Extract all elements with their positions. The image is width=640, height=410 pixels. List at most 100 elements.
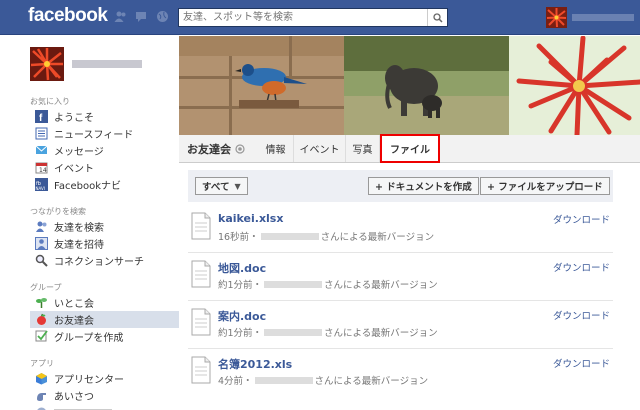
redacted-author[interactable] bbox=[264, 328, 323, 336]
app-icon bbox=[35, 406, 48, 410]
sidebar-item-label: 友達を検索 bbox=[54, 223, 104, 234]
file-name-link[interactable]: 地図.doc bbox=[218, 260, 266, 276]
group-cover-photo[interactable] bbox=[179, 36, 640, 135]
svg-text:14: 14 bbox=[39, 167, 47, 174]
group-title[interactable]: お友達会 bbox=[187, 135, 245, 162]
svg-text:NAVI: NAVI bbox=[36, 186, 45, 191]
sidebar-item-otomodachikai[interactable]: お友達会 bbox=[30, 311, 179, 328]
groups-heading: グループ bbox=[30, 283, 62, 292]
sidebar-item-welcome[interactable]: f ようこそ bbox=[30, 108, 179, 125]
facebook-logo[interactable]: facebook bbox=[28, 5, 108, 27]
sidebar-item-find-friends[interactable]: 友達を検索 bbox=[30, 218, 179, 235]
sidebar-item-label: あいさつ bbox=[54, 392, 94, 403]
cover-photo-flower bbox=[509, 36, 640, 135]
navi-icon: fb NAVI bbox=[35, 178, 48, 191]
tab-label: ファイル bbox=[390, 145, 430, 156]
file-meta: 約1分前・ さんによる最新バージョン bbox=[218, 277, 438, 291]
file-row: 地図.doc 約1分前・ さんによる最新バージョン ダウンロード bbox=[188, 253, 613, 301]
favorites-heading: お気に入り bbox=[30, 97, 70, 106]
file-time: 約1分前・ bbox=[218, 328, 263, 339]
download-link[interactable]: ダウンロード bbox=[553, 260, 610, 274]
file-meta: 16秒前・ さんによる最新バージョン bbox=[218, 229, 434, 243]
privacy-icon bbox=[235, 143, 245, 154]
create-document-button[interactable]: + ドキュメントを作成 bbox=[368, 177, 479, 195]
magnifier-icon bbox=[35, 254, 48, 267]
sidebar-item-newsfeed[interactable]: ニュースフィード bbox=[30, 125, 179, 142]
tab-files[interactable]: ファイル bbox=[380, 134, 440, 163]
user-avatar[interactable] bbox=[546, 7, 567, 28]
file-version-text: さんによる最新バージョン bbox=[324, 328, 438, 339]
profile-avatar[interactable] bbox=[30, 47, 64, 81]
news-feed-icon bbox=[35, 127, 48, 140]
sidebar-item-connection-search[interactable]: コネクションサーチ bbox=[30, 252, 179, 269]
facebook-f-icon: f bbox=[35, 110, 48, 123]
sidebar-item-label: イベント bbox=[54, 164, 94, 175]
download-link[interactable]: ダウンロード bbox=[553, 308, 610, 322]
sidebar-item-itokokai[interactable]: いとこ会 bbox=[30, 294, 179, 311]
messages-icon bbox=[35, 144, 48, 157]
file-version-text: さんによる最新バージョン bbox=[320, 232, 435, 243]
tab-info[interactable]: 情報 bbox=[258, 135, 294, 162]
connect-heading: つながりを検索 bbox=[30, 207, 86, 216]
redacted-author[interactable] bbox=[260, 232, 319, 240]
file-time: 16秒前・ bbox=[218, 232, 259, 243]
tab-label: 情報 bbox=[265, 145, 286, 156]
cover-photo-elephants bbox=[344, 36, 509, 135]
sprout-icon bbox=[35, 296, 48, 309]
tab-label: 写真 bbox=[352, 145, 373, 156]
sidebar-item-label: Facebookナビ bbox=[54, 181, 121, 192]
sidebar-item-app-redacted[interactable] bbox=[30, 404, 179, 410]
document-icon bbox=[191, 260, 211, 288]
notifications-globe-icon[interactable] bbox=[156, 10, 169, 23]
upload-file-label: + ファイルをアップロード bbox=[487, 182, 603, 193]
redacted-author[interactable] bbox=[254, 376, 313, 384]
chevron-down-icon: ▼ bbox=[234, 181, 241, 191]
search-button[interactable] bbox=[427, 9, 447, 26]
messages-icon[interactable] bbox=[135, 10, 148, 23]
sidebar-item-label: ニュースフィード bbox=[54, 130, 134, 141]
top-bar: facebook bbox=[0, 0, 640, 35]
filter-label: すべて bbox=[202, 182, 230, 193]
tab-photos[interactable]: 写真 bbox=[346, 135, 380, 162]
sidebar-item-aisatsu[interactable]: あいさつ bbox=[30, 387, 179, 404]
tab-events[interactable]: イベント bbox=[294, 135, 346, 162]
document-icon bbox=[191, 212, 211, 240]
sidebar-item-create-group[interactable]: グループを作成 bbox=[30, 328, 179, 345]
file-meta: 約1分前・ さんによる最新バージョン bbox=[218, 325, 438, 339]
file-row: kaikei.xlsx 16秒前・ さんによる最新バージョン ダウンロード bbox=[188, 205, 613, 253]
group-name: お友達会 bbox=[187, 142, 231, 156]
sidebar-item-app-center[interactable]: アプリセンター bbox=[30, 370, 179, 387]
poke-icon bbox=[35, 389, 48, 402]
sidebar-item-label: メッセージ bbox=[54, 147, 104, 158]
sidebar-item-label: ようこそ bbox=[54, 113, 94, 124]
calendar-icon: 14 bbox=[35, 161, 48, 174]
file-time: 約1分前・ bbox=[218, 280, 263, 291]
document-icon bbox=[191, 308, 211, 336]
file-name-link[interactable]: 名簿2012.xls bbox=[218, 356, 292, 372]
search-input[interactable] bbox=[179, 9, 419, 26]
file-name-link[interactable]: kaikei.xlsx bbox=[218, 212, 283, 225]
redacted-author[interactable] bbox=[264, 280, 323, 288]
sidebar-item-messages[interactable]: メッセージ bbox=[30, 142, 179, 159]
friend-requests-icon[interactable] bbox=[114, 10, 127, 23]
create-document-label: + ドキュメントを作成 bbox=[375, 182, 472, 193]
apps-heading: アプリ bbox=[30, 359, 54, 368]
file-version-text: さんによる最新バージョン bbox=[314, 376, 429, 387]
file-version-text: さんによる最新バージョン bbox=[324, 280, 438, 291]
file-name-link[interactable]: 案内.doc bbox=[218, 308, 266, 324]
sidebar-item-facebook-navi[interactable]: fb NAVI Facebookナビ bbox=[30, 176, 179, 193]
cover-photo-bird bbox=[179, 36, 344, 135]
sidebar-item-events[interactable]: 14 イベント bbox=[30, 159, 179, 176]
invite-friends-icon bbox=[35, 237, 48, 250]
profile-name-redacted[interactable] bbox=[72, 60, 142, 68]
file-time: 4分前・ bbox=[218, 376, 253, 387]
create-group-icon bbox=[35, 330, 48, 343]
sidebar-item-invite-friends[interactable]: 友達を招待 bbox=[30, 235, 179, 252]
download-link[interactable]: ダウンロード bbox=[553, 212, 610, 226]
filter-dropdown[interactable]: すべて ▼ bbox=[195, 177, 248, 195]
user-name-redacted[interactable] bbox=[572, 14, 634, 21]
sidebar-item-label: コネクションサーチ bbox=[54, 257, 144, 268]
download-link[interactable]: ダウンロード bbox=[553, 356, 610, 370]
upload-file-button[interactable]: + ファイルをアップロード bbox=[480, 177, 610, 195]
file-meta: 4分前・ さんによる最新バージョン bbox=[218, 373, 428, 387]
